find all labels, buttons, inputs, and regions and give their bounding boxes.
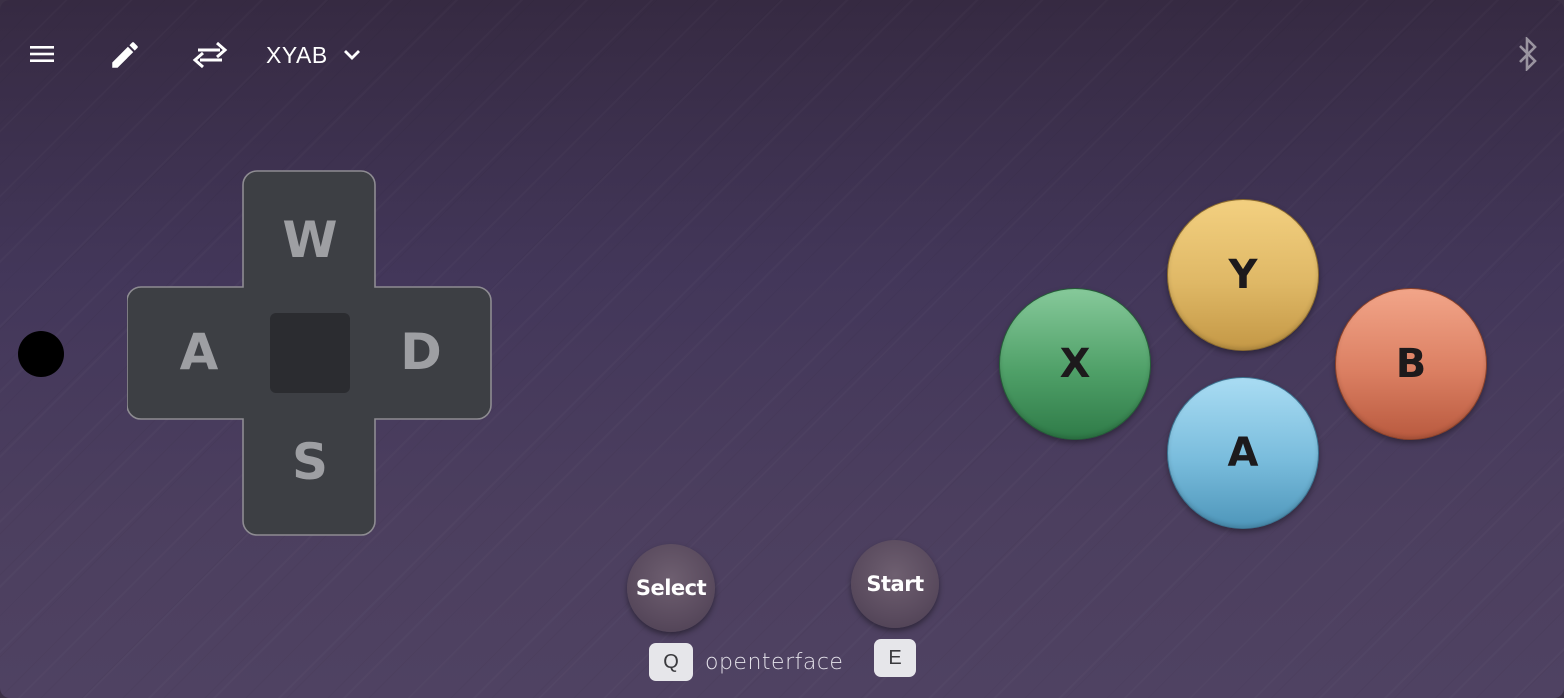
a-button[interactable]: A [1167,377,1319,529]
pencil-icon[interactable] [104,34,146,76]
dpad-up-button[interactable]: W [270,200,350,280]
joystick-handle[interactable] [18,331,64,377]
select-key-badge: Q [649,643,693,681]
brand-logo-text: openterface [705,650,844,675]
dpad-center [270,313,350,393]
b-button[interactable]: B [1335,288,1487,440]
dpad-down-button[interactable]: S [270,422,350,502]
swap-arrows-icon[interactable] [188,34,232,76]
chevron-down-icon [342,48,362,62]
select-button[interactable]: Select [627,544,715,632]
layout-label: XYAB [266,41,328,68]
start-key-badge: E [874,639,916,677]
start-button[interactable]: Start [851,540,939,628]
menu-icon[interactable] [22,34,62,74]
x-button[interactable]: X [999,288,1151,440]
gamepad-screen: XYAB W A D S Y X B A Select Start Q open… [0,0,1564,698]
y-button[interactable]: Y [1167,199,1319,351]
dpad-left-button[interactable]: A [159,312,239,392]
bluetooth-icon[interactable] [1510,34,1546,74]
layout-dropdown[interactable]: XYAB [266,34,362,76]
dpad-right-button[interactable]: D [381,312,461,392]
